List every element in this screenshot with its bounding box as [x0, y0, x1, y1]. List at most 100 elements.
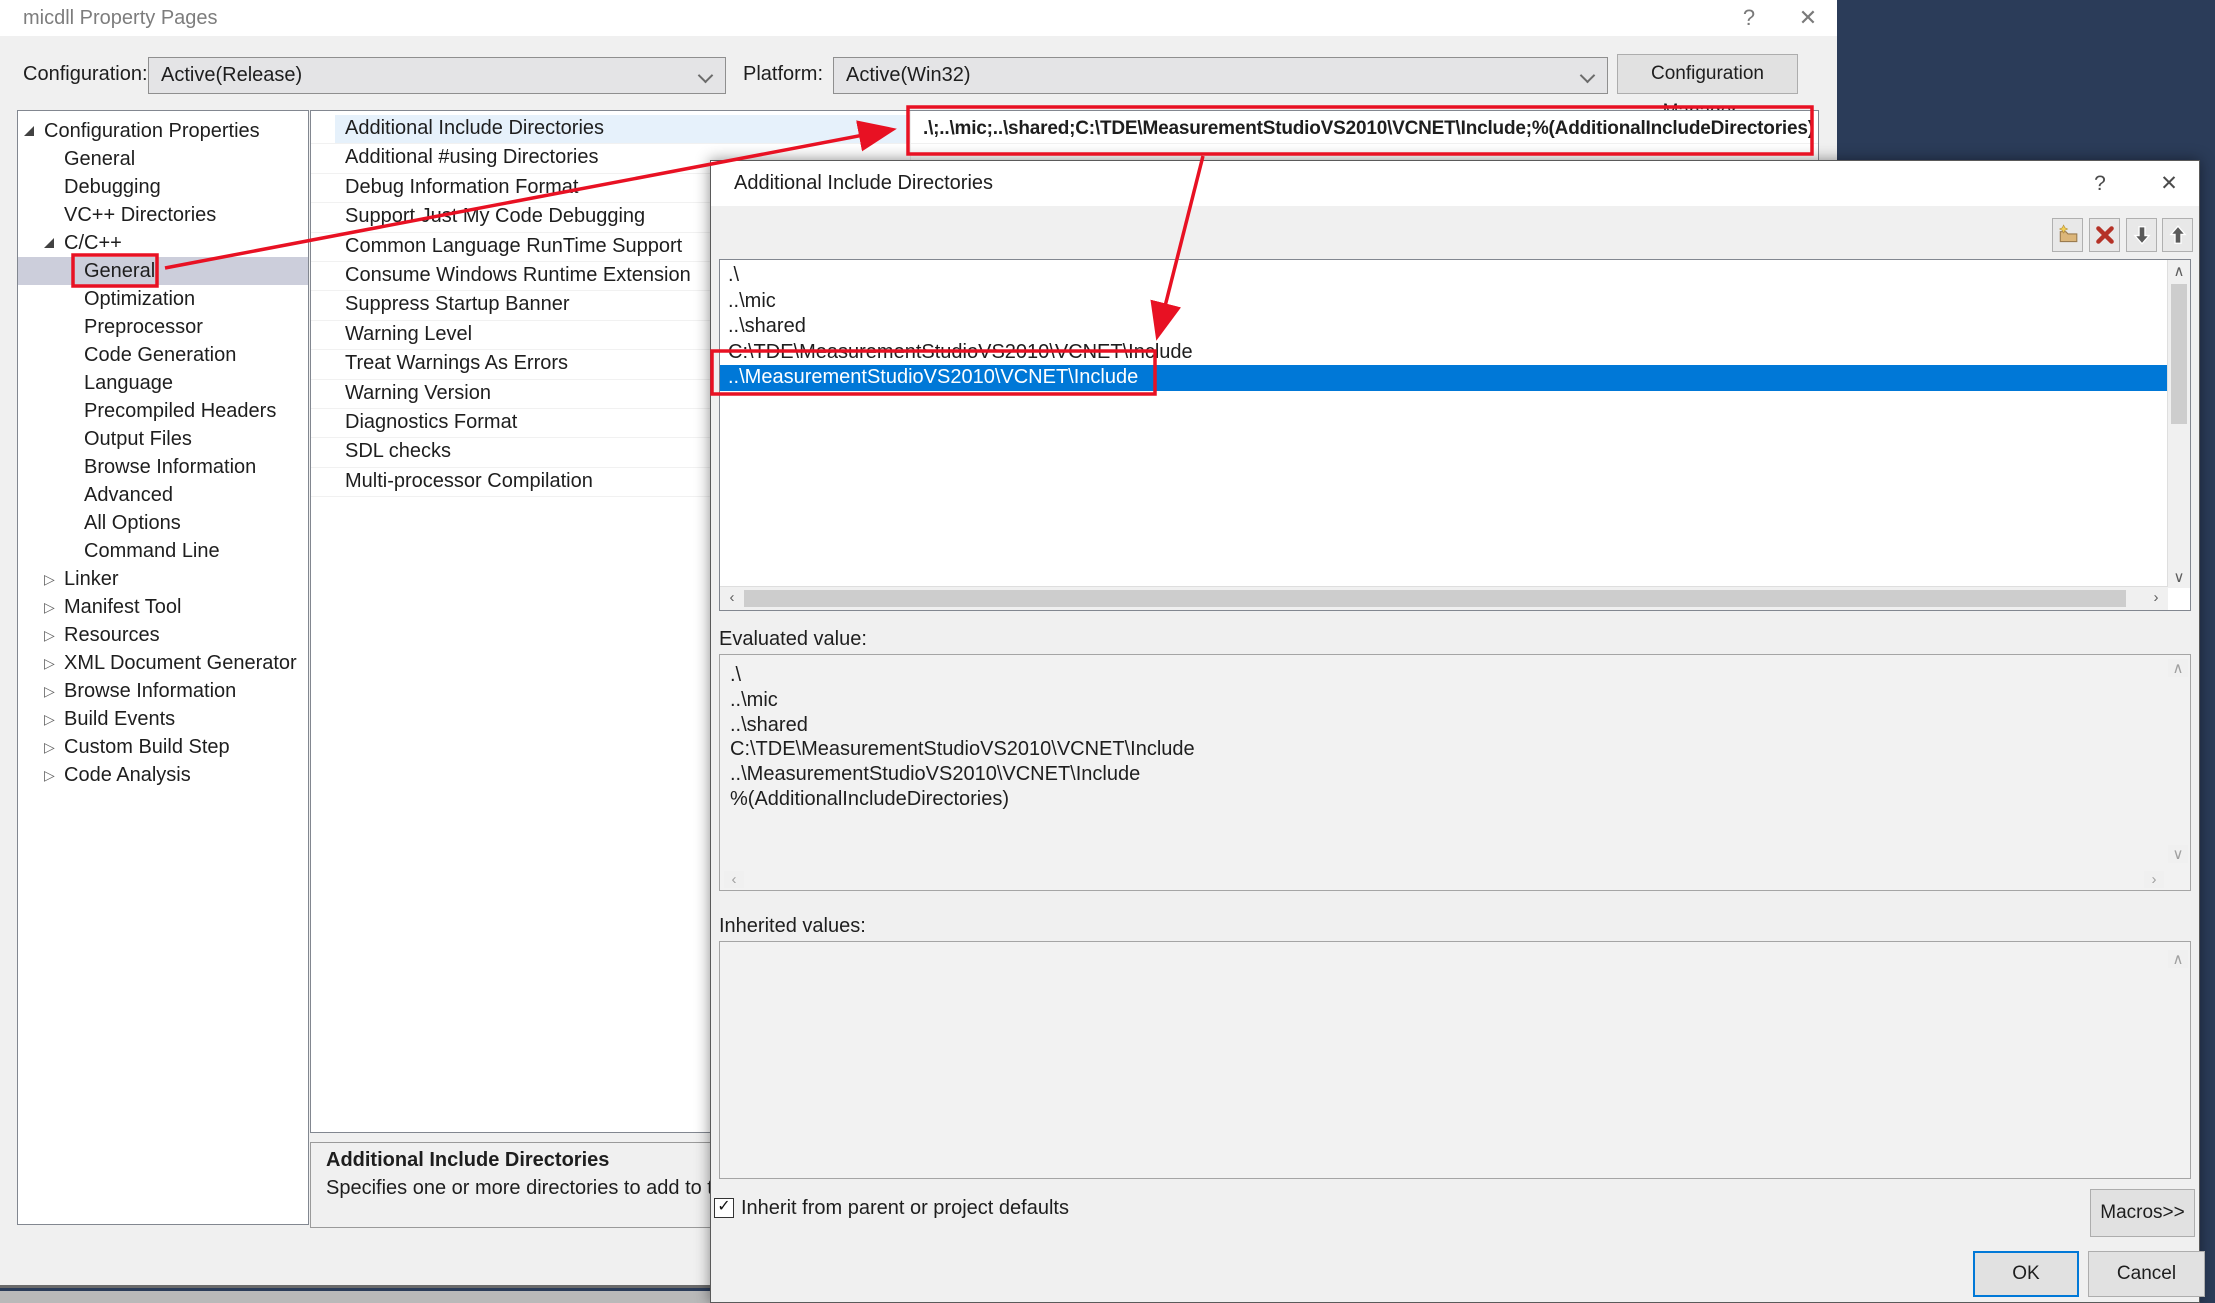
property-value[interactable]: .\;..\mic;..\shared;C:\TDE\MeasurementSt…	[910, 115, 1818, 143]
scrollbar-thumb[interactable]	[2171, 284, 2187, 424]
row-margin	[311, 409, 335, 437]
tree-item[interactable]: Manifest Tool	[18, 593, 308, 621]
row-margin	[311, 203, 335, 231]
directory-path: ..\mic	[728, 290, 776, 312]
tree-expander-icon[interactable]	[44, 705, 64, 733]
inherit-checkbox[interactable]: ✓	[714, 1198, 734, 1218]
tree-item[interactable]: Advanced	[18, 481, 308, 509]
tree-item[interactable]: Optimization	[18, 285, 308, 313]
tree-item[interactable]: Build Events	[18, 705, 308, 733]
tree-expander-icon[interactable]	[44, 649, 64, 677]
tree-item[interactable]: All Options	[18, 509, 308, 537]
list-horizontal-scrollbar[interactable]: ‹ ›	[720, 586, 2168, 610]
tree-expander-icon[interactable]	[24, 117, 44, 145]
tree-expander-icon[interactable]	[44, 677, 64, 705]
tree-item[interactable]: Browse Information	[18, 453, 308, 481]
tree-expander-icon[interactable]	[44, 761, 64, 789]
evaluated-path: ..\shared	[730, 714, 808, 736]
tree-item[interactable]: XML Document Generator	[18, 649, 308, 677]
tree-item[interactable]: Configuration Properties	[18, 117, 308, 145]
tree-item-label: Preprocessor	[84, 313, 203, 341]
configuration-manager-button[interactable]: Configuration Manager...	[1617, 54, 1798, 94]
tree-item[interactable]: Preprocessor	[18, 313, 308, 341]
main-close-button[interactable]: ✕	[1788, 0, 1828, 36]
configuration-dropdown[interactable]: Active(Release)	[148, 57, 726, 94]
property-row[interactable]: Additional Include Directories .\;..\mic…	[311, 115, 1818, 144]
tree-item[interactable]: Code Generation	[18, 341, 308, 369]
tree-expander-icon[interactable]	[44, 733, 64, 761]
new-line-button[interactable]	[2052, 218, 2083, 252]
tree-item-label: Browse Information	[64, 677, 236, 705]
scroll-right-icon[interactable]: ›	[2146, 589, 2166, 606]
list-vertical-scrollbar[interactable]: ∧ ∨	[2167, 260, 2190, 588]
tree-item-label: Custom Build Step	[64, 733, 230, 761]
tree-item[interactable]: General	[18, 257, 308, 285]
tree-item[interactable]: C/C++	[18, 229, 308, 257]
directory-list-item[interactable]: C:\TDE\MeasurementStudioVS2010\VCNET\Inc…	[720, 340, 2168, 366]
evaluated-path: ..\MeasurementStudioVS2010\VCNET\Include	[730, 763, 1140, 785]
tree-item-label: General	[84, 257, 155, 285]
sub-help-button[interactable]: ?	[2082, 161, 2118, 206]
tree-expander-icon[interactable]	[44, 621, 64, 649]
directories-listbox[interactable]: .\ ..\mic ..\shared C:\TDE\MeasurementSt…	[719, 259, 2191, 611]
sub-close-button[interactable]: ✕	[2151, 161, 2187, 206]
scroll-right-icon[interactable]: ›	[2144, 871, 2164, 888]
scroll-down-icon[interactable]: ∨	[2168, 845, 2188, 863]
scroll-left-icon[interactable]: ‹	[724, 871, 744, 888]
directory-list-item[interactable]: ..\shared	[720, 314, 2168, 340]
tree-item[interactable]: Code Analysis	[18, 761, 308, 789]
scroll-up-icon[interactable]: ∧	[2168, 262, 2190, 280]
scroll-up-icon[interactable]: ∧	[2168, 659, 2188, 677]
tree-item[interactable]: Linker	[18, 565, 308, 593]
tree-item[interactable]: Output Files	[18, 425, 308, 453]
tree-expander-icon[interactable]	[44, 229, 64, 257]
platform-dropdown[interactable]: Active(Win32)	[833, 57, 1608, 94]
tree-item-label: C/C++	[64, 229, 122, 257]
evaluated-path: ..\mic	[730, 689, 778, 711]
tree-item-label: Advanced	[84, 481, 173, 509]
directory-list-item[interactable]: .\	[720, 263, 2168, 289]
main-help-button[interactable]: ?	[1729, 0, 1769, 36]
tree-item-label: VC++ Directories	[64, 201, 216, 229]
tree-item[interactable]: Precompiled Headers	[18, 397, 308, 425]
main-dialog-title: micdll Property Pages	[23, 0, 218, 36]
inherit-checkbox-label[interactable]: Inherit from parent or project defaults	[741, 1193, 1069, 1223]
chevron-down-icon	[1580, 68, 1596, 84]
tree-item-label: Code Generation	[84, 341, 236, 369]
tree-item[interactable]: Command Line	[18, 537, 308, 565]
tree-item-label: Build Events	[64, 705, 175, 733]
tree-item-label: Resources	[64, 621, 160, 649]
tree-expander-icon[interactable]	[44, 565, 64, 593]
additional-include-directories-dialog: Additional Include Directories ? ✕	[710, 160, 2200, 1303]
tree-item-label: Optimization	[84, 285, 195, 313]
delete-line-button[interactable]	[2089, 218, 2120, 252]
directory-list-item[interactable]: ..\MeasurementStudioVS2010\VCNET\Include	[720, 365, 2168, 391]
platform-label: Platform:	[743, 54, 823, 94]
row-margin	[311, 321, 335, 349]
scrollbar-thumb[interactable]	[744, 590, 2126, 607]
tree-item-label: Manifest Tool	[64, 593, 181, 621]
directory-list-item[interactable]: ..\mic	[720, 289, 2168, 315]
move-up-button[interactable]	[2162, 218, 2193, 252]
configuration-label: Configuration:	[23, 54, 148, 94]
tree-item[interactable]: Custom Build Step	[18, 733, 308, 761]
tree-item[interactable]: Browse Information	[18, 677, 308, 705]
tree-item[interactable]: General	[18, 145, 308, 173]
tree-expander-icon[interactable]	[44, 593, 64, 621]
macros-button[interactable]: Macros>>	[2090, 1189, 2195, 1237]
tree-item[interactable]: Language	[18, 369, 308, 397]
scroll-left-icon[interactable]: ‹	[722, 589, 742, 606]
tree-item-label: Precompiled Headers	[84, 397, 276, 425]
tree-item[interactable]: Resources	[18, 621, 308, 649]
tree-item[interactable]: Debugging	[18, 173, 308, 201]
move-down-button[interactable]	[2126, 218, 2157, 252]
main-title-bar: micdll Property Pages ? ✕	[0, 0, 1837, 36]
scroll-down-icon[interactable]: ∨	[2168, 568, 2190, 586]
tree-item[interactable]: VC++ Directories	[18, 201, 308, 229]
tree-item-label: Language	[84, 369, 173, 397]
evaluated-value-box: .\ ..\mic ..\shared C:\TDE\MeasurementSt…	[719, 654, 2191, 891]
ok-button[interactable]: OK	[1973, 1251, 2079, 1297]
configuration-tree: Configuration Properties General Debuggi…	[17, 110, 309, 1225]
cancel-button[interactable]: Cancel	[2088, 1251, 2205, 1297]
scroll-up-icon[interactable]: ∧	[2168, 950, 2188, 968]
